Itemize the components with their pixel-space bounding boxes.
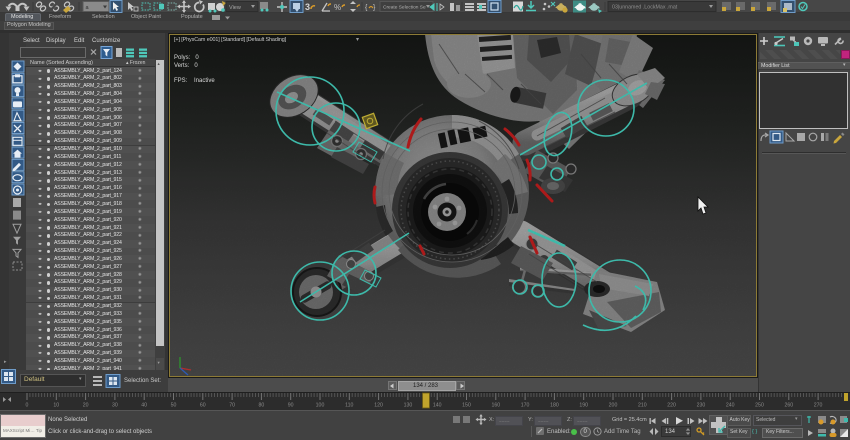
svg-text:180: 180 [550, 403, 559, 409]
svg-text:90: 90 [288, 403, 294, 409]
svg-text:130: 130 [404, 403, 413, 409]
svg-text:230: 230 [697, 403, 706, 409]
svg-text:Create Selection Se: Create Selection Se [383, 5, 426, 11]
svg-text:View: View [229, 5, 241, 11]
svg-text:260: 260 [784, 403, 793, 409]
svg-text:60: 60 [200, 403, 206, 409]
svg-text:80: 80 [259, 403, 265, 409]
svg-text:{: { [365, 5, 368, 12]
svg-text:270: 270 [814, 403, 823, 409]
svg-text:110: 110 [345, 403, 353, 409]
svg-text:70: 70 [229, 403, 235, 409]
svg-text:250: 250 [755, 403, 764, 409]
svg-text:03|unnamed .LockMax .mat: 03|unnamed .LockMax .mat [612, 5, 678, 11]
svg-text:160: 160 [491, 403, 500, 409]
svg-text:200: 200 [609, 403, 618, 409]
svg-text:190: 190 [579, 403, 588, 409]
svg-text:240: 240 [726, 403, 735, 409]
svg-text:0: 0 [26, 403, 29, 409]
svg-text:50: 50 [171, 403, 177, 409]
svg-text:100: 100 [316, 403, 325, 409]
svg-text:20: 20 [83, 403, 89, 409]
svg-text:210: 210 [638, 403, 647, 409]
svg-text:150: 150 [462, 403, 471, 409]
svg-text:%: % [334, 3, 341, 12]
svg-text:30: 30 [112, 403, 118, 409]
svg-text:40: 40 [141, 403, 147, 409]
svg-text:3: 3 [305, 2, 310, 12]
svg-text:10: 10 [53, 403, 59, 409]
svg-text:140: 140 [433, 403, 442, 409]
svg-text:170: 170 [521, 403, 530, 409]
svg-text:220: 220 [667, 403, 676, 409]
svg-text:120: 120 [374, 403, 383, 409]
svg-text:}: } [373, 5, 376, 12]
